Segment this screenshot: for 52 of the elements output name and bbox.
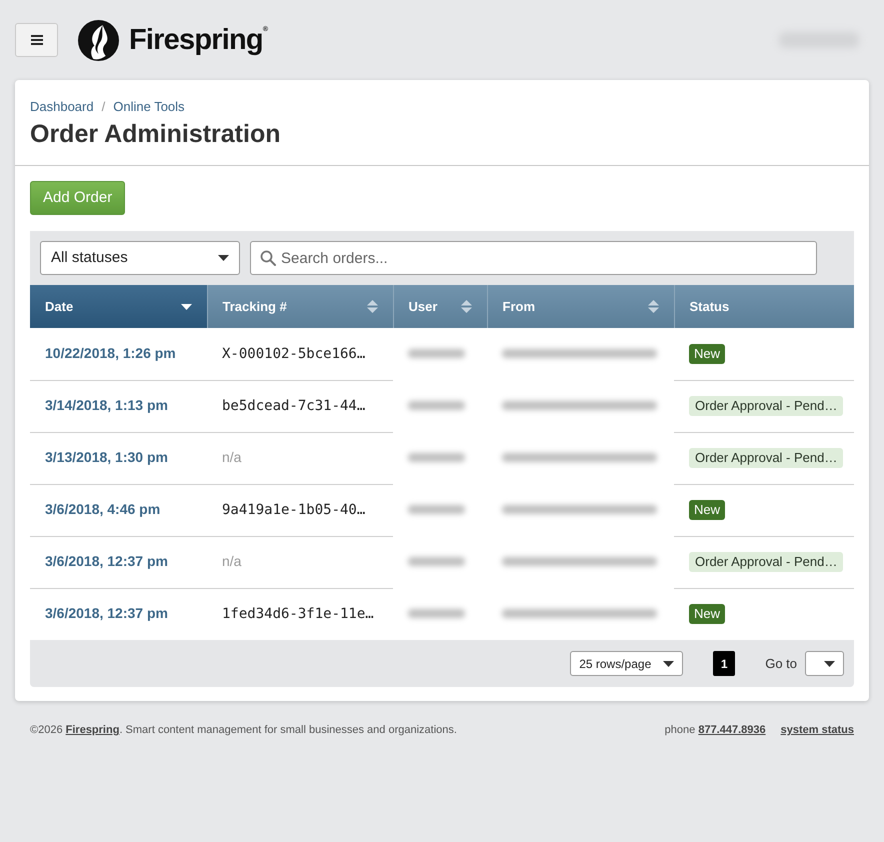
column-header[interactable]: User (393, 285, 487, 328)
order-date-link[interactable]: 3/6/2018, 12:37 pm (45, 605, 168, 622)
status-badge: New (689, 344, 726, 364)
column-header: Status (674, 285, 854, 328)
go-to-label: Go to (765, 654, 797, 673)
brand-name[interactable]: Firespring$^{®}$ (129, 22, 268, 58)
breadcrumb-separator: / (102, 99, 106, 115)
logo-icon (78, 20, 119, 60)
column-header[interactable]: Date (30, 285, 207, 328)
phone-text: phone 877.447.8936 (664, 723, 766, 738)
status-select[interactable]: All statuses (40, 241, 240, 275)
tracking-number: 1fed34d6-3f1e-11e… (222, 606, 374, 622)
search-icon (260, 250, 276, 266)
breadcrumb-link[interactable]: Online Tools (113, 99, 185, 115)
caret-icon (824, 660, 835, 666)
blurred-text (408, 505, 465, 514)
status-badge: Order Approval - Pend… (689, 552, 844, 572)
copyright-text: ©2026 Firespring. Smart content management for small businesses and organizations. (30, 723, 457, 738)
system-status-link[interactable]: system status (780, 722, 854, 738)
firespring-link[interactable]: Firespring (66, 724, 120, 736)
page-button[interactable]: 1 (713, 651, 736, 676)
caret-icon (218, 255, 229, 261)
column-header[interactable]: From (487, 285, 674, 328)
tracking-number: be5dcead-7c31-44… (222, 398, 366, 414)
phone-number-link[interactable]: 877.447.8936 (698, 724, 766, 736)
order-date-link[interactable]: 3/6/2018, 12:37 pm (45, 553, 168, 569)
tracking-number: n/a (222, 449, 242, 465)
order-date-link[interactable]: 10/22/2018, 1:26 pm (45, 344, 176, 361)
blurred-text (408, 401, 465, 410)
order-date-link[interactable]: 3/13/2018, 1:30 pm (45, 449, 168, 465)
blurred-text (408, 453, 465, 462)
page-title: Order Administration (30, 119, 282, 150)
blurred-text (408, 609, 465, 618)
order-date-link[interactable]: 3/6/2018, 4:46 pm (45, 501, 160, 517)
tracking-number: X-000102-5bce166… (222, 346, 366, 362)
breadcrumb-link[interactable]: Dashboard (30, 99, 94, 115)
blurred-text (408, 349, 465, 358)
column-header[interactable]: Tracking # (207, 285, 393, 328)
go-to-select[interactable] (805, 651, 844, 676)
rows-per-page-select[interactable]: 25 rows/page (570, 651, 684, 676)
search-field[interactable]: Search orders... (250, 241, 817, 275)
tracking-number: 9a419a1e-1b05-40… (222, 502, 366, 518)
status-badge: New (689, 604, 726, 624)
menu-button[interactable] (15, 23, 58, 57)
order-date-link[interactable]: 3/14/2018, 1:13 pm (45, 397, 168, 413)
status-badge: New (689, 500, 726, 520)
status-badge: Order Approval - Pend… (689, 448, 844, 468)
tracking-number: n/a (222, 553, 242, 569)
caret-icon (663, 660, 674, 666)
menu-icon (30, 35, 42, 45)
status-badge: Order Approval - Pend… (689, 396, 844, 416)
blurred-text (408, 557, 465, 566)
